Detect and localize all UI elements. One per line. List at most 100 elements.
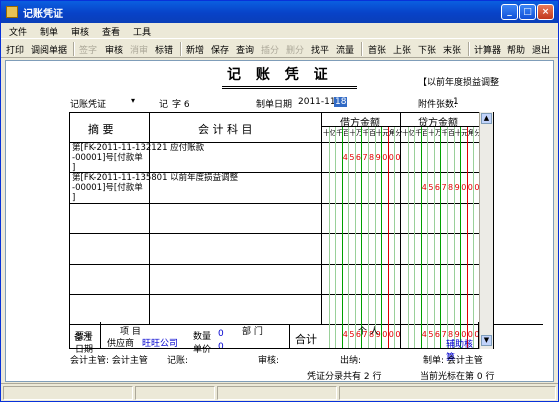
digit-divider bbox=[414, 127, 416, 349]
row-1-debit-digit: 0 bbox=[395, 153, 401, 162]
status-cell bbox=[217, 386, 337, 400]
unaudit-button[interactable]: 消审 bbox=[130, 43, 148, 56]
row-2-credit-digit: 0 bbox=[467, 183, 473, 192]
row-1-debit-digit: 6 bbox=[355, 153, 361, 162]
scroll-up-icon[interactable]: ▲ bbox=[481, 113, 492, 124]
entry-count: 凭证分录共有 2 行 bbox=[307, 372, 382, 382]
preparer: 制单: 会计主管 bbox=[423, 356, 483, 366]
person-label: 个 人 bbox=[358, 327, 379, 337]
chevron-down-icon[interactable]: ▾ bbox=[131, 96, 135, 105]
date-label: 制单日期 bbox=[256, 100, 293, 110]
cash-flow-button[interactable]: 流量 bbox=[336, 43, 354, 56]
adjust-link[interactable]: 【以前年度损益调整 bbox=[418, 75, 499, 88]
menu-audit[interactable]: 审核 bbox=[71, 25, 89, 38]
attach-value[interactable]: 1 bbox=[453, 97, 459, 107]
row-2-credit-digit: 8 bbox=[448, 183, 454, 192]
digit-divider bbox=[447, 127, 449, 349]
digit-divider bbox=[328, 127, 330, 349]
calculator-button[interactable]: 计算器 bbox=[474, 43, 501, 56]
date-value[interactable]: 2011-11- bbox=[298, 97, 339, 107]
minimize-icon[interactable]: _ bbox=[501, 4, 518, 20]
col-summary: 摘 要 bbox=[88, 123, 114, 136]
voucher-title: 记 账 凭 证 bbox=[227, 67, 333, 83]
voucher-type[interactable]: 记账凭证 bbox=[70, 97, 106, 110]
row-2-credit-digit: 7 bbox=[441, 183, 447, 192]
digit-divider bbox=[473, 127, 475, 349]
digit-divider bbox=[433, 127, 435, 349]
print-button[interactable]: 打印 bbox=[6, 43, 24, 56]
word-value[interactable]: 字 6 bbox=[172, 97, 190, 110]
row-2-credit-digit: 0 bbox=[461, 183, 467, 192]
prev-button[interactable]: 上张 bbox=[393, 43, 411, 56]
app-icon bbox=[6, 6, 18, 18]
row-1-summary[interactable]: 第[FK-2011-11-132121 应付账款 -00001]号[付款单 ] bbox=[72, 143, 317, 173]
bookkeeper: 记账: bbox=[167, 356, 189, 366]
col-credit: 贷方金额 bbox=[418, 118, 458, 129]
col-account: 会 计 科 目 bbox=[198, 123, 253, 136]
supervisor: 会计主管: 会计主管 bbox=[70, 356, 148, 366]
row-1-debit-digit: 9 bbox=[375, 153, 381, 162]
maximize-icon[interactable]: □ bbox=[519, 4, 536, 20]
row-2-summary[interactable]: 第[FK-2011-11-135801 以前年度损益调整 -00001]号[付款… bbox=[72, 173, 317, 203]
row-1-debit-digit: 8 bbox=[369, 153, 375, 162]
row-1-debit-digit: 5 bbox=[349, 153, 355, 162]
date-day-cursor[interactable]: 18 bbox=[334, 97, 348, 107]
row-1-debit-digit: 0 bbox=[382, 153, 388, 162]
menu-view[interactable]: 查看 bbox=[102, 25, 120, 38]
last-button[interactable]: 末张 bbox=[443, 43, 461, 56]
row-2-credit-digit: 5 bbox=[428, 183, 434, 192]
next-button[interactable]: 下张 bbox=[418, 43, 436, 56]
query-button[interactable]: 查询 bbox=[236, 43, 254, 56]
supplier-label: 供应商 bbox=[107, 339, 135, 349]
digit-divider bbox=[460, 127, 462, 349]
row-2-credit-digit: 9 bbox=[454, 183, 460, 192]
close-icon[interactable]: × bbox=[537, 4, 554, 20]
status-cell bbox=[135, 386, 215, 400]
supplier-value[interactable]: 旺旺公司 bbox=[142, 336, 178, 349]
menu-voucher[interactable]: 制单 bbox=[40, 25, 58, 38]
add-button[interactable]: 新增 bbox=[186, 43, 204, 56]
menu-bar: 文件 制单 审核 查看 工具 bbox=[1, 23, 558, 38]
scroll-down-icon[interactable]: ▼ bbox=[481, 335, 492, 346]
menu-tools[interactable]: 工具 bbox=[133, 25, 151, 38]
row-1-debit-digit: 7 bbox=[362, 153, 368, 162]
row-2-credit-digit: 4 bbox=[421, 183, 427, 192]
insert-row-button[interactable]: 插分 bbox=[261, 43, 279, 56]
window-title: 记账凭证 bbox=[23, 9, 63, 20]
row-1-debit-digit: 4 bbox=[342, 153, 348, 162]
status-cell bbox=[339, 386, 556, 400]
menu-file[interactable]: 文件 bbox=[9, 25, 27, 38]
audit-button[interactable]: 审核 bbox=[105, 43, 123, 56]
auditor: 审核: bbox=[258, 356, 280, 366]
digit-divider bbox=[427, 127, 429, 349]
row-1-debit-digit: 0 bbox=[388, 153, 394, 162]
mark-error-button[interactable]: 标错 bbox=[155, 43, 173, 56]
toolbar: 打印 调阅单据 签字 审核 消审 标错 新增 保存 查询 插分 删分 找平 流量… bbox=[1, 38, 558, 58]
digit-divider bbox=[466, 127, 468, 349]
help-button[interactable]: 帮助 bbox=[507, 43, 525, 56]
first-button[interactable]: 首张 bbox=[368, 43, 386, 56]
save-button[interactable]: 保存 bbox=[211, 43, 229, 56]
digit-divider bbox=[453, 127, 455, 349]
title-underline bbox=[222, 86, 357, 89]
digit-divider bbox=[440, 127, 442, 349]
exit-button[interactable]: 退出 bbox=[532, 43, 550, 56]
attach-label: 附件张数: bbox=[418, 100, 458, 110]
notes-label: 备注 bbox=[74, 333, 93, 343]
dept-label: 部 门 bbox=[242, 327, 263, 337]
cursor-row: 当前光标在第 0 行 bbox=[420, 372, 495, 382]
digit-divider bbox=[407, 127, 409, 349]
notes-box: 备注 项 目 部 门 个 人 供应商 旺旺公司 辅助核算 bbox=[69, 322, 479, 363]
status-bar bbox=[1, 383, 558, 401]
title-bar: 记账凭证 _ □ × bbox=[1, 1, 558, 23]
voucher-paper: 记 账 凭 证 【以前年度损益调整 记账凭证 ▾ 记 字 6 制单日期 2011… bbox=[5, 60, 554, 382]
delete-row-button[interactable]: 删分 bbox=[286, 43, 304, 56]
status-cell bbox=[3, 386, 133, 400]
sign-button[interactable]: 签字 bbox=[79, 43, 97, 56]
digit-divider bbox=[335, 127, 337, 349]
view-doc-button[interactable]: 调阅单据 bbox=[31, 43, 67, 56]
voucher-window: 记账凭证 _ □ × 文件 制单 审核 查看 工具 打印 调阅单据 签字 审核 … bbox=[0, 0, 559, 402]
balance-button[interactable]: 找平 bbox=[311, 43, 329, 56]
vertical-scrollbar[interactable]: ▲ ▼ bbox=[479, 112, 493, 349]
cashier: 出纳: bbox=[340, 356, 362, 366]
